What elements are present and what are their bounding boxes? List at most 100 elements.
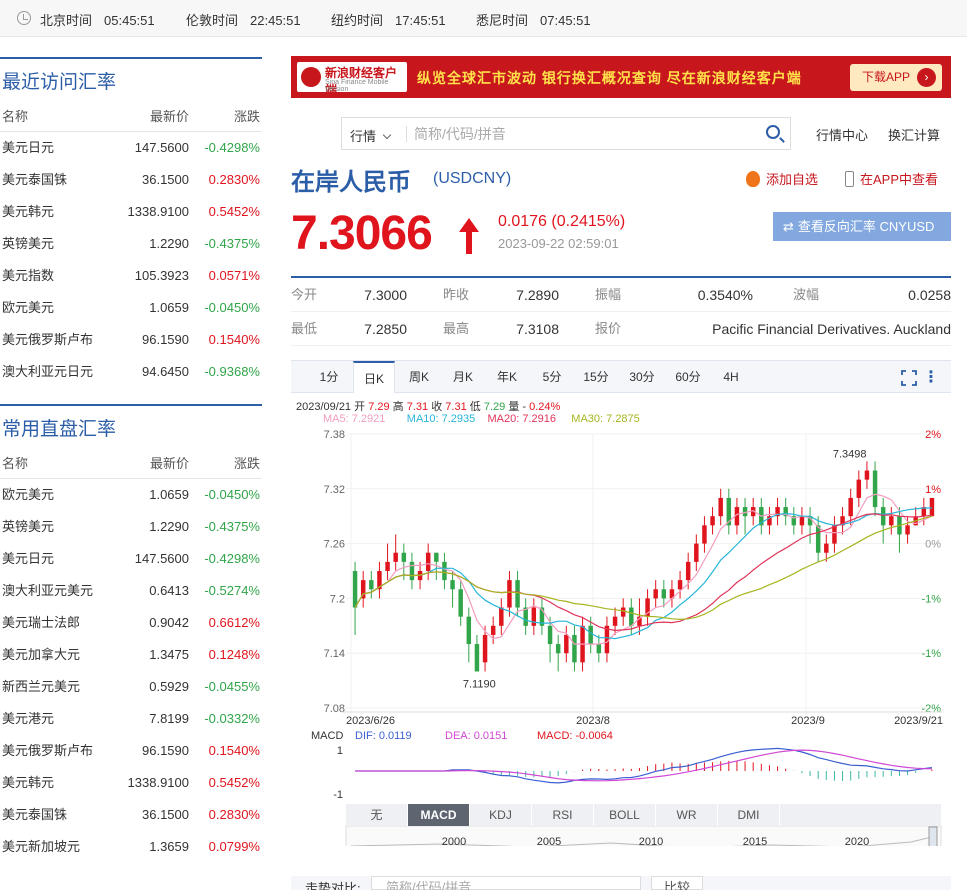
rate-name[interactable]: 美元加拿大元 <box>2 639 80 671</box>
candle-body <box>653 589 658 599</box>
rate-row[interactable]: 美元泰国铢 36.1500 0.2830% <box>0 164 262 196</box>
rate-price: 147.5600 <box>134 551 189 566</box>
tab-period[interactable]: 月K <box>445 361 481 393</box>
candle-body <box>588 625 593 645</box>
rate-price: 36.1500 <box>142 807 189 822</box>
candlestick-chart[interactable]: 7.38 2% 7.32 1% 7.26 0% 7.2 -1% 7.14 -1% 7.08 -2% 7.… <box>291 426 951 846</box>
rate-row[interactable]: 美元俄罗斯卢布 96.1590 0.1540% <box>0 324 262 356</box>
market-select[interactable]: 行情 <box>350 126 392 145</box>
tab-period[interactable]: 1分 <box>313 361 345 393</box>
sina-logo: 新浪财经客户端 Sina Finance Mobile Version <box>297 62 407 97</box>
y-tick-label: 7.2 <box>330 593 345 605</box>
y-tick-label: 7.08 <box>324 703 345 715</box>
indicator-tab[interactable]: WR <box>656 804 718 826</box>
rate-name[interactable]: 美元日元 <box>2 132 54 164</box>
candle-body <box>385 561 390 571</box>
market-center-link[interactable]: 行情中心 <box>816 125 868 144</box>
ma10-line <box>354 507 932 640</box>
rate-change: 0.0799% <box>208 839 260 854</box>
add-favorite-button[interactable]: 添加自选 <box>746 169 818 188</box>
rate-change: 0.1248% <box>208 647 260 662</box>
rate-name[interactable]: 美元港元 <box>2 703 54 735</box>
rate-name[interactable]: 美元新加坡元 <box>2 831 80 863</box>
rate-row[interactable]: 美元韩元 1338.9100 0.5452% <box>0 196 262 228</box>
search-input[interactable] <box>414 123 754 145</box>
rate-name[interactable]: 澳大利亚元日元 <box>2 356 93 388</box>
rate-name[interactable]: 美元日元 <box>2 543 54 575</box>
rate-name[interactable]: 欧元美元 <box>2 479 54 511</box>
tab-period[interactable]: 周K <box>399 361 439 393</box>
tab-period[interactable]: 15分 <box>576 361 616 393</box>
y-right-tick-label: 1% <box>925 484 941 496</box>
search-icon[interactable] <box>766 125 780 139</box>
compare-input[interactable]: 简称/代码/拼音 <box>371 876 641 890</box>
rate-change: 0.2830% <box>208 807 260 822</box>
rate-row[interactable]: 英镑美元 1.2290 -0.4375% <box>0 228 262 260</box>
app-banner[interactable]: 新浪财经客户端 Sina Finance Mobile Version 纵览全球… <box>291 56 951 98</box>
ma-legend: MA5: 7.2921 MA10: 7.2935 MA20: 7.2916 MA… <box>323 413 640 425</box>
reverse-rate-button[interactable]: ⇄ 查看反向汇率 CNYUSD <box>773 212 951 241</box>
indicator-tab[interactable]: BOLL <box>594 804 656 826</box>
rate-row[interactable]: 美元指数 105.3923 0.0571% <box>0 260 262 292</box>
rate-row[interactable]: 美元加拿大元 1.3475 0.1248% <box>0 639 262 671</box>
rate-name[interactable]: 英镑美元 <box>2 511 54 543</box>
download-app-button[interactable]: 下载APP › <box>850 64 942 91</box>
compare-button[interactable]: 比较 <box>651 876 703 890</box>
rate-change: 0.1540% <box>208 743 260 758</box>
rate-name[interactable]: 欧元美元 <box>2 292 54 324</box>
rate-row[interactable]: 美元新加坡元 1.3659 0.0799% <box>0 831 262 863</box>
indicator-tab[interactable]: KDJ <box>470 804 532 826</box>
candle-body <box>555 644 561 654</box>
tab-period[interactable]: 30分 <box>621 361 663 393</box>
fullscreen-icon[interactable] <box>901 370 917 386</box>
indicator-tab[interactable]: DMI <box>718 804 780 826</box>
rate-row[interactable]: 美元韩元 1338.9100 0.5452% <box>0 767 262 799</box>
rate-name[interactable]: 美元韩元 <box>2 196 54 228</box>
rate-row[interactable]: 美元港元 7.8199 -0.0332% <box>0 703 262 735</box>
rate-row[interactable]: 欧元美元 1.0659 -0.0450% <box>0 479 262 511</box>
rate-name[interactable]: 美元泰国铢 <box>2 799 67 831</box>
rate-name[interactable]: 美元泰国铢 <box>2 164 67 196</box>
tab-period[interactable]: 日K <box>353 361 395 393</box>
indicator-tab[interactable]: MACD <box>408 804 470 826</box>
rate-change: 0.5452% <box>208 204 260 219</box>
rate-row[interactable]: 英镑美元 1.2290 -0.4375% <box>0 511 262 543</box>
rate-change: -0.9368% <box>204 364 260 379</box>
tab-period[interactable]: 年K <box>489 361 525 393</box>
candle-body <box>710 516 715 526</box>
rate-change: -0.0455% <box>204 679 260 694</box>
rate-row[interactable]: 美元日元 147.5600 -0.4298% <box>0 132 262 164</box>
rate-row[interactable]: 美元泰国铢 36.1500 0.2830% <box>0 799 262 831</box>
x-tick-label: 2023/8 <box>576 715 610 727</box>
last-price: 7.3066 <box>291 207 433 260</box>
rate-row[interactable]: 澳大利亚元日元 94.6450 -0.9368% <box>0 356 262 388</box>
rate-name[interactable]: 美元俄罗斯卢布 <box>2 324 93 356</box>
indicator-tab[interactable]: 无 <box>346 804 408 826</box>
rate-name[interactable]: 澳大利亚元美元 <box>2 575 93 607</box>
common-list: 欧元美元 1.0659 -0.0450% 英镑美元 1.2290 -0.4375% 美元日元… <box>0 479 262 863</box>
rate-row[interactable]: 美元瑞士法郎 0.9042 0.6612% <box>0 607 262 639</box>
more-options-icon[interactable]: ⋮ <box>923 367 939 387</box>
indicator-tab[interactable]: RSI <box>532 804 594 826</box>
chart-period-tabs: ⋮ 1分 日K 周K 月K 年K 5分 15分 30分 60分 4H <box>291 360 951 393</box>
view-in-app-button[interactable]: 在APP中查看 <box>845 169 938 188</box>
candle-body <box>832 525 837 544</box>
rate-price: 0.6413 <box>149 583 189 598</box>
candle-body <box>848 497 853 517</box>
rate-row[interactable]: 美元俄罗斯卢布 96.1590 0.1540% <box>0 735 262 767</box>
rate-name[interactable]: 英镑美元 <box>2 228 54 260</box>
rate-row[interactable]: 新西兰元美元 0.5929 -0.0455% <box>0 671 262 703</box>
rate-name[interactable]: 新西兰元美元 <box>2 671 80 703</box>
rate-name[interactable]: 美元指数 <box>2 260 54 292</box>
rate-name[interactable]: 美元俄罗斯卢布 <box>2 735 93 767</box>
timeline-year: 2020 <box>845 836 869 846</box>
rate-name[interactable]: 美元韩元 <box>2 767 54 799</box>
rate-row[interactable]: 美元日元 147.5600 -0.4298% <box>0 543 262 575</box>
rate-row[interactable]: 欧元美元 1.0659 -0.0450% <box>0 292 262 324</box>
tab-period[interactable]: 4H <box>713 361 749 393</box>
rate-name[interactable]: 美元瑞士法郎 <box>2 607 80 639</box>
rate-row[interactable]: 澳大利亚元美元 0.6413 -0.5274% <box>0 575 262 607</box>
tab-period[interactable]: 5分 <box>535 361 569 393</box>
tab-period[interactable]: 60分 <box>666 361 710 393</box>
fx-calculator-link[interactable]: 换汇计算 <box>888 125 940 144</box>
